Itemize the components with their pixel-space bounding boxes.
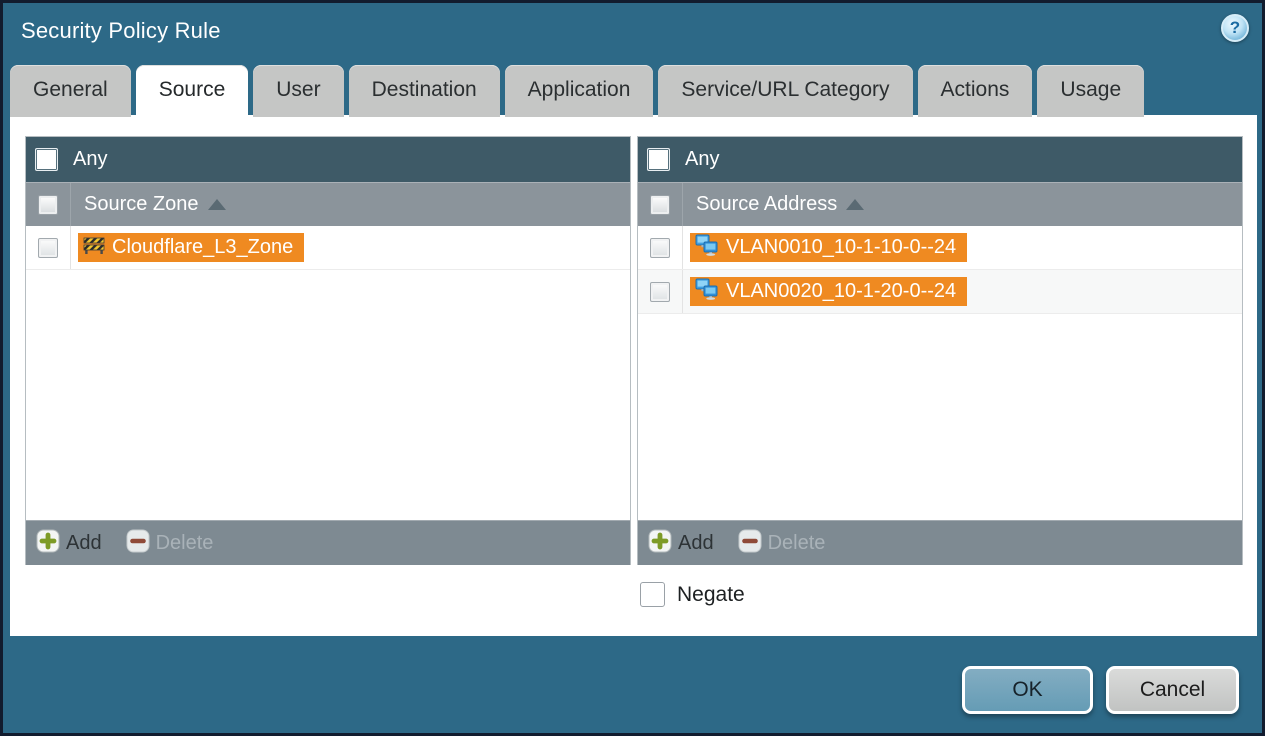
negate-label: Negate <box>677 582 745 606</box>
source-address-any-label: Any <box>685 148 720 170</box>
source-zone-panel: Any Source Zone Cloudflare_L3_Zone Add D… <box>25 136 631 565</box>
address-chip-label: VLAN0010_10-1-10-0--24 <box>726 236 957 258</box>
security-policy-rule-dialog: Security Policy Rule ? General Source Us… <box>0 0 1265 736</box>
source-zone-select-all-checkbox[interactable] <box>38 194 58 215</box>
tab-user[interactable]: User <box>253 65 344 117</box>
tab-bar: General Source User Destination Applicat… <box>10 65 1145 117</box>
dialog-title: Security Policy Rule <box>21 18 221 43</box>
source-address-any-checkbox[interactable] <box>647 148 670 171</box>
tab-source[interactable]: Source <box>135 65 249 117</box>
ok-button[interactable]: OK <box>962 666 1093 714</box>
negate-control: Negate <box>640 582 745 607</box>
source-zone-any-label: Any <box>73 148 108 170</box>
address-icon <box>695 234 719 262</box>
delete-button[interactable]: Delete <box>126 529 214 558</box>
table-row[interactable]: Cloudflare_L3_Zone <box>26 226 630 270</box>
add-icon <box>648 529 672 558</box>
delete-icon <box>126 529 150 558</box>
tab-service-url-category[interactable]: Service/URL Category <box>658 65 913 117</box>
tab-usage[interactable]: Usage <box>1037 65 1145 117</box>
tab-actions[interactable]: Actions <box>917 65 1033 117</box>
source-zone-any-checkbox[interactable] <box>35 148 58 171</box>
cancel-button[interactable]: Cancel <box>1106 666 1239 714</box>
source-address-column-header[interactable]: Source Address <box>638 182 1242 226</box>
delete-icon <box>738 529 762 558</box>
row-checkbox[interactable] <box>650 237 670 258</box>
tab-general[interactable]: General <box>10 65 131 117</box>
source-address-panel: Any Source Address VLAN0010_10-1-10-0--2… <box>637 136 1243 565</box>
address-chip-label: VLAN0020_10-1-20-0--24 <box>726 280 957 302</box>
source-address-list: VLAN0010_10-1-10-0--24 VLAN0020_10-1-20-… <box>638 226 1242 520</box>
source-address-column-label: Source Address <box>696 193 838 215</box>
zone-chip-label: Cloudflare_L3_Zone <box>112 236 294 258</box>
add-button[interactable]: Add <box>648 529 714 558</box>
sort-ascending-icon <box>846 199 865 210</box>
row-checkbox[interactable] <box>650 281 670 302</box>
source-zone-any-header: Any <box>26 137 630 182</box>
source-address-toolbar: Add Delete <box>638 520 1242 565</box>
table-row[interactable]: VLAN0010_10-1-10-0--24 <box>638 226 1242 270</box>
negate-checkbox[interactable] <box>640 582 665 607</box>
source-tab-content: Any Source Zone Cloudflare_L3_Zone Add D… <box>10 115 1257 636</box>
tab-application[interactable]: Application <box>504 65 654 117</box>
zone-icon <box>83 235 105 261</box>
source-zone-toolbar: Add Delete <box>26 520 630 565</box>
add-button[interactable]: Add <box>36 529 102 558</box>
address-chip[interactable]: VLAN0020_10-1-20-0--24 <box>690 277 968 306</box>
delete-button-label: Delete <box>155 531 214 554</box>
source-address-select-all-checkbox[interactable] <box>650 194 670 215</box>
zone-chip[interactable]: Cloudflare_L3_Zone <box>78 233 305 262</box>
add-button-label: Add <box>678 531 714 554</box>
address-icon <box>695 278 719 306</box>
add-button-label: Add <box>66 531 102 554</box>
source-address-any-header: Any <box>638 137 1242 182</box>
address-chip[interactable]: VLAN0010_10-1-10-0--24 <box>690 233 968 262</box>
delete-button[interactable]: Delete <box>738 529 826 558</box>
delete-button-label: Delete <box>767 531 826 554</box>
row-checkbox[interactable] <box>38 237 58 258</box>
tab-destination[interactable]: Destination <box>348 65 500 117</box>
help-icon[interactable]: ? <box>1221 14 1249 42</box>
source-zone-column-label: Source Zone <box>84 193 199 215</box>
sort-ascending-icon <box>207 199 226 210</box>
source-zone-column-header[interactable]: Source Zone <box>26 182 630 226</box>
table-row[interactable]: VLAN0020_10-1-20-0--24 <box>638 270 1242 314</box>
source-zone-list: Cloudflare_L3_Zone <box>26 226 630 520</box>
add-icon <box>36 529 60 558</box>
